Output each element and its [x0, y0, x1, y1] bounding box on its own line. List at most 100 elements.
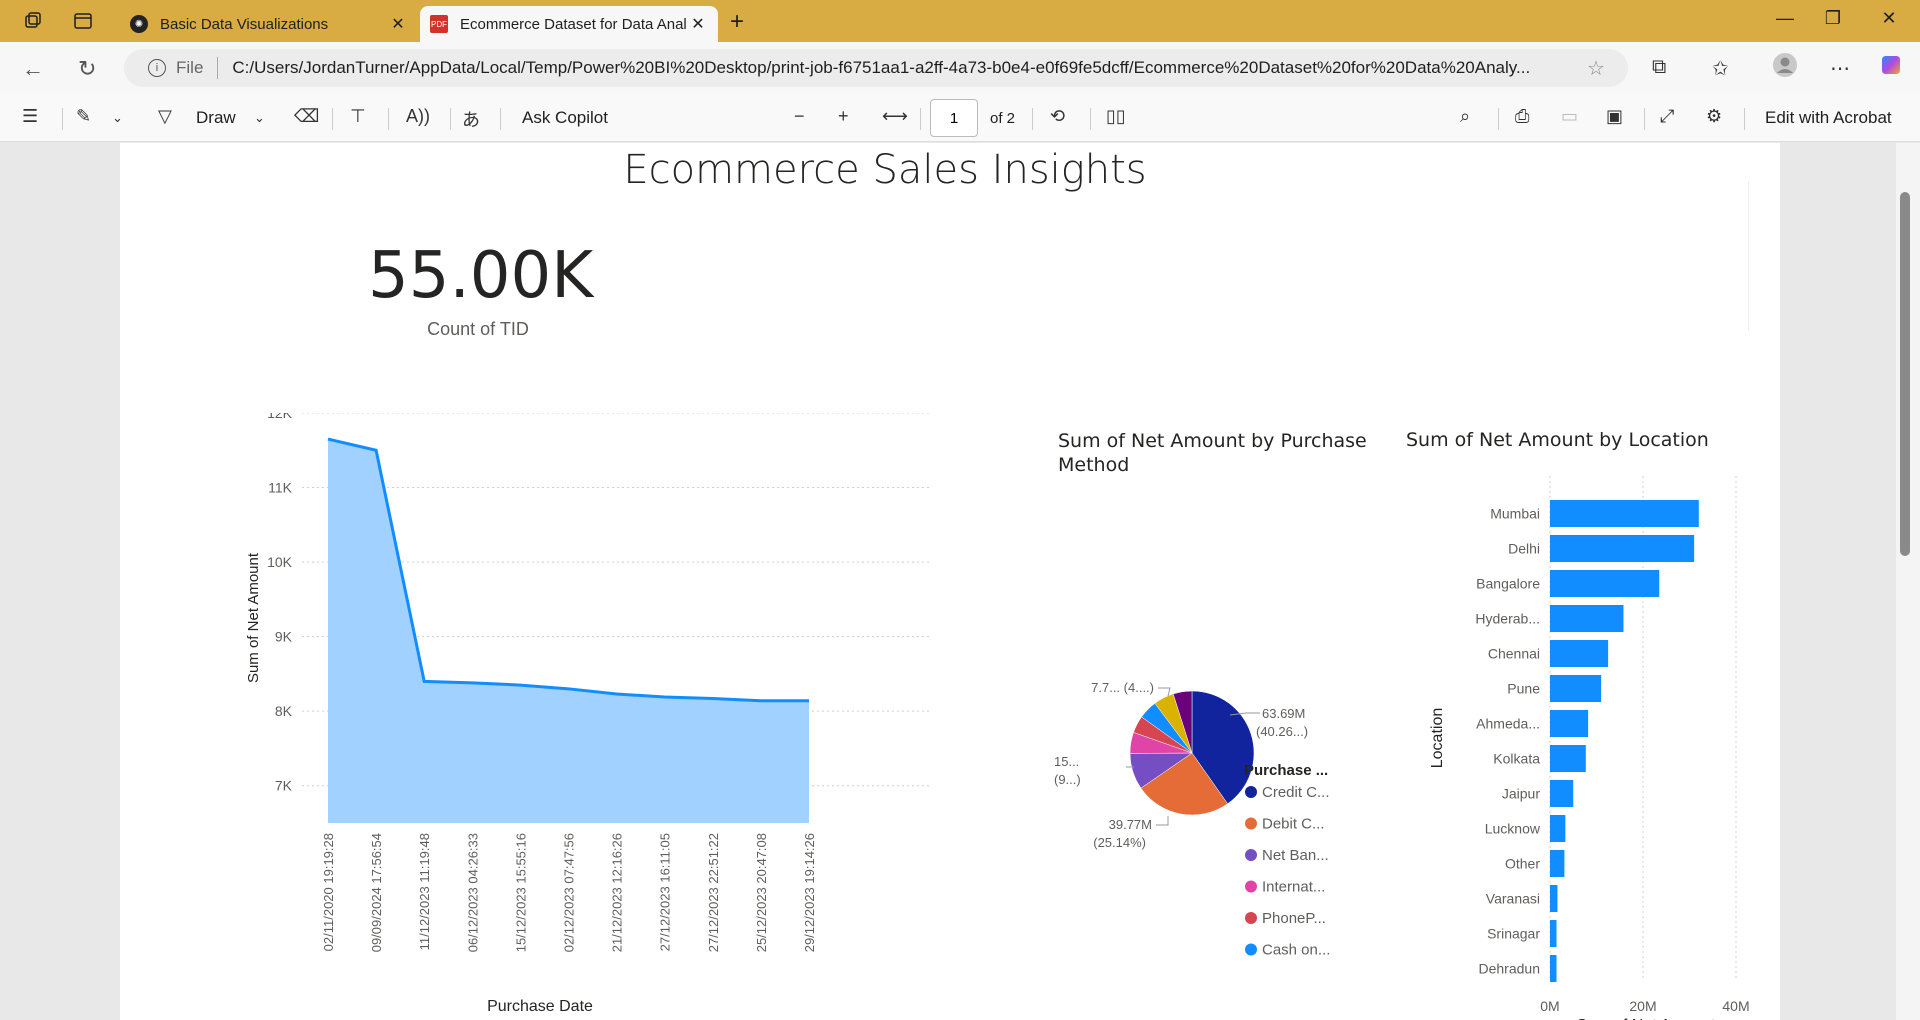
y-tick-label: 10K: [267, 554, 293, 570]
x-tick-label: 20M: [1629, 998, 1656, 1014]
bar: [1550, 780, 1574, 807]
legend-marker: [1245, 849, 1257, 861]
divider: [920, 108, 921, 130]
draw-icon[interactable]: ▽: [158, 106, 172, 127]
zoom-in-icon[interactable]: +: [838, 106, 849, 127]
legend-marker: [1245, 943, 1257, 956]
divider: [1748, 181, 1749, 331]
page-view-icon[interactable]: ▯▯: [1106, 106, 1126, 127]
tab-ecommerce-dataset[interactable]: PDF Ecommerce Dataset for Data Anal ✕: [420, 6, 718, 42]
y-tick-label: Ahmeda...: [1476, 716, 1540, 732]
scrollbar-thumb[interactable]: [1900, 192, 1910, 556]
legend-item: Credit C...: [1262, 784, 1330, 801]
x-tick-label: 21/12/2023 12:16:26: [610, 833, 625, 952]
x-tick-label: 40M: [1722, 998, 1749, 1014]
x-tick-label: 29/12/2023 19:14:26: [802, 833, 817, 952]
save-icon: ▭: [1561, 106, 1579, 126]
zoom-out-icon[interactable]: −: [794, 106, 805, 127]
search-icon[interactable]: ⌕: [1460, 106, 1470, 127]
chatgpt-icon: ✺: [130, 15, 148, 33]
x-tick-label: 06/12/2023 04:26:33: [465, 833, 480, 952]
favorite-star-icon[interactable]: ☆: [1587, 56, 1605, 81]
y-tick-label: Jaipur: [1502, 786, 1540, 802]
legend-item: Cash on...: [1262, 942, 1330, 959]
bar: [1550, 920, 1557, 947]
favorites-icon[interactable]: ✩: [1712, 56, 1729, 81]
legend-marker: [1245, 912, 1257, 924]
info-icon[interactable]: i: [148, 59, 166, 77]
page-number-input[interactable]: 1: [930, 99, 978, 137]
y-tick-label: Srinagar: [1487, 926, 1540, 942]
legend-marker: [1245, 880, 1257, 893]
close-window-icon[interactable]: ✕: [1874, 8, 1904, 29]
refresh-icon[interactable]: ↻: [78, 56, 96, 82]
workspaces-icon[interactable]: [22, 10, 44, 32]
bar: [1550, 885, 1558, 912]
close-tab-icon[interactable]: ✕: [388, 14, 408, 34]
divider: [388, 108, 389, 130]
more-options-icon[interactable]: ⋯: [1830, 56, 1850, 81]
save-as-icon[interactable]: ▣: [1606, 106, 1623, 127]
print-icon[interactable]: ⎙: [1515, 106, 1529, 127]
tab-basic-data-visualizations[interactable]: ✺ Basic Data Visualizations ✕: [120, 6, 418, 42]
rotate-icon[interactable]: ⟲: [1050, 106, 1065, 127]
extensions-icon[interactable]: ⧉: [1652, 56, 1666, 79]
restore-icon[interactable]: ❐: [1818, 8, 1848, 29]
highlight-icon[interactable]: ✎: [76, 106, 91, 127]
fit-page-icon[interactable]: ⟷: [882, 106, 908, 127]
new-tab-icon[interactable]: +: [730, 8, 744, 36]
profile-avatar[interactable]: [1772, 52, 1798, 84]
pdf-page: Ecommerce Sales Insights 55.00K Count of…: [120, 143, 1780, 1020]
browser-titlebar: ✺ Basic Data Visualizations ✕ PDF Ecomme…: [0, 0, 1920, 42]
y-tick-label: Lucknow: [1485, 821, 1541, 837]
text-box-icon[interactable]: ⊤: [350, 106, 366, 127]
tab-actions-icon[interactable]: [72, 10, 94, 32]
copilot-icon[interactable]: [1880, 52, 1906, 84]
y-tick-label: Hyderab...: [1475, 611, 1540, 627]
net-amount-by-date-chart: 12K 11K 10K 9K 8K 7K 02/11/2020 19:19:28 09/09/…: [245, 413, 930, 1015]
y-tick-label: Other: [1505, 856, 1540, 872]
translate-icon[interactable]: あ: [462, 106, 480, 132]
fullscreen-icon[interactable]: ⤢: [1660, 106, 1674, 127]
read-aloud-icon[interactable]: A)): [406, 106, 430, 127]
bar: [1550, 640, 1609, 667]
report-title: Ecommerce Sales Insights: [623, 147, 1147, 193]
settings-gear-icon[interactable]: ⚙: [1706, 106, 1722, 127]
edit-with-acrobat-button[interactable]: Edit with Acrobat: [1765, 108, 1892, 128]
legend-item: Internat...: [1262, 879, 1325, 896]
divider: [332, 108, 333, 130]
net-amount-by-location-chart: 0M 20M 40M Mumbai Delhi Bangalore Hyderab... Ch…: [1429, 476, 1750, 1020]
tab-label: Ecommerce Dataset for Data Anal: [460, 15, 687, 33]
chevron-down-icon[interactable]: ⌄: [254, 110, 265, 126]
ask-copilot-button[interactable]: Ask Copilot: [522, 108, 608, 128]
bar: [1550, 535, 1695, 562]
legend-title: Purchase ...: [1244, 762, 1328, 779]
y-axis-label: Sum of Net Amount: [245, 552, 262, 683]
y-axis-label: Location: [1429, 708, 1446, 769]
legend-marker: [1245, 786, 1257, 798]
back-icon[interactable]: ←: [22, 56, 44, 82]
url-text: C:/Users/JordanTurner/AppData/Local/Temp…: [232, 58, 1531, 77]
page-total: of 2: [990, 110, 1016, 127]
draw-button[interactable]: Draw: [196, 108, 236, 128]
chevron-down-icon[interactable]: ⌄: [112, 110, 123, 126]
close-tab-icon[interactable]: ✕: [688, 14, 708, 34]
pie-data-label: 39.77M: [1109, 817, 1152, 832]
erase-icon[interactable]: ⌫: [294, 106, 319, 127]
divider: [217, 57, 219, 79]
pdf-toolbar: ☰ ✎ ⌄ ▽ Draw ⌄ ⌫ ⊤ A)) あ Ask Copilot − +…: [0, 94, 1920, 142]
divider: [62, 108, 63, 130]
divider: [500, 108, 501, 130]
y-tick-label: Chennai: [1488, 646, 1540, 662]
leader-line: [1158, 687, 1171, 697]
leader-line: [1156, 816, 1169, 826]
contents-icon[interactable]: ☰: [22, 106, 38, 127]
y-tick-label: Mumbai: [1490, 506, 1540, 522]
address-input[interactable]: i File C:/Users/JordanTurner/AppData/Loc…: [124, 49, 1628, 87]
minimize-icon[interactable]: —: [1770, 8, 1800, 29]
y-tick-label: 11K: [268, 480, 293, 496]
kpi-label: Count of TID: [427, 319, 529, 339]
bar: [1550, 745, 1586, 772]
x-tick-label: 27/12/2023 16:11:05: [658, 833, 673, 951]
bar: [1550, 500, 1699, 527]
